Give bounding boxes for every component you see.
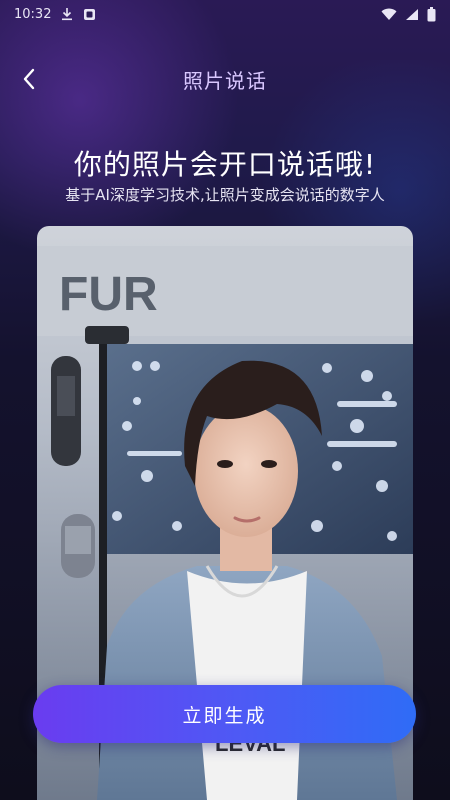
download-icon: [61, 7, 73, 21]
navigation-bar: 照片说话: [0, 58, 450, 100]
back-button[interactable]: [12, 62, 46, 96]
battery-icon: [427, 6, 436, 22]
status-left: 10:32: [14, 7, 96, 22]
signal-icon: [405, 8, 419, 21]
sign-text: FUR: [59, 268, 158, 321]
chevron-left-icon: [23, 68, 35, 90]
wifi-icon: [381, 8, 397, 21]
status-right: [381, 6, 436, 22]
subheadline: 基于AI深度学习技术,让照片变成会说话的数字人: [65, 186, 385, 204]
status-time: 10:32: [14, 6, 52, 22]
page-title: 照片说话: [183, 68, 267, 93]
headline: 你的照片会开口说话哦!: [73, 148, 377, 181]
generate-now-button[interactable]: 立即生成: [33, 685, 416, 743]
app-notification-icon: [83, 8, 96, 21]
status-bar: 10:32: [0, 0, 450, 28]
